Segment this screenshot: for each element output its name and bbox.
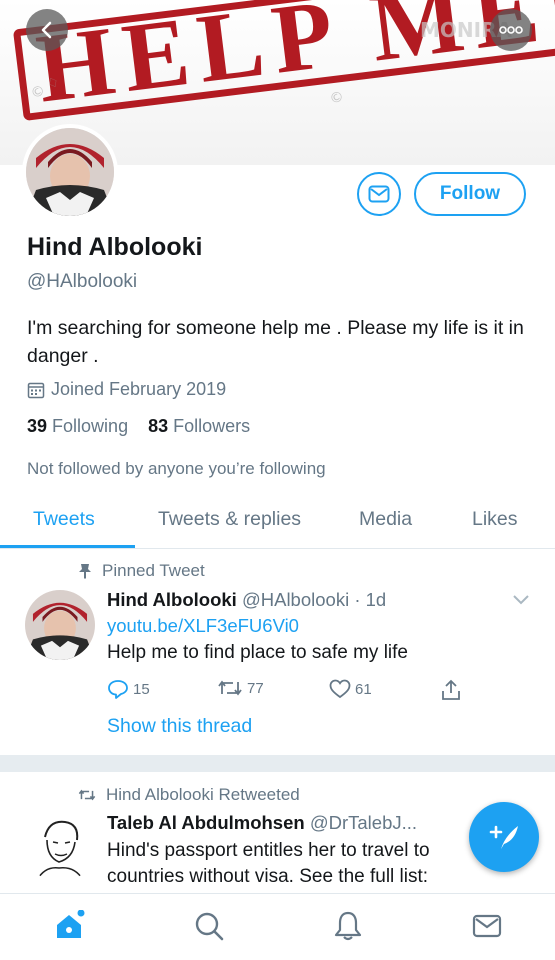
pinned-label: Pinned Tweet	[78, 561, 205, 581]
retweeted-text: Hind Albolooki Retweeted	[106, 785, 300, 804]
share-icon	[442, 679, 460, 700]
bottom-navigation	[0, 893, 555, 960]
reply-count: 15	[133, 680, 150, 698]
reply-button[interactable]: 15	[107, 679, 150, 699]
profile-tabs: Tweets Tweets & replies Media Likes	[0, 500, 555, 549]
tweet-avatar[interactable]	[25, 590, 95, 660]
mail-icon	[368, 185, 390, 203]
notifications-icon	[334, 911, 362, 941]
pinned-text: Pinned Tweet	[102, 561, 205, 580]
follow-counts: 39 Following 83 Followers	[27, 416, 250, 437]
nav-notifications[interactable]	[332, 910, 364, 942]
message-button[interactable]	[357, 172, 401, 216]
share-button[interactable]	[441, 679, 461, 701]
tweet-handle-time: @HAlbolooki · 1d	[241, 589, 387, 610]
retweet-text-line2: countries without visa. See the full lis…	[107, 866, 429, 887]
compose-button[interactable]	[469, 802, 539, 872]
nav-home[interactable]	[53, 909, 85, 942]
retweet-author[interactable]: Taleb Al Abdulmohsen	[107, 812, 305, 833]
tab-tweets[interactable]: Tweets	[33, 508, 95, 531]
tab-tweets-replies[interactable]: Tweets & replies	[158, 508, 301, 531]
more-icon	[499, 26, 523, 34]
active-tab-indicator	[0, 545, 135, 548]
back-button[interactable]	[26, 9, 68, 51]
tweet-author[interactable]: Hind Albolooki	[107, 589, 237, 610]
show-thread-link[interactable]: Show this thread	[107, 715, 252, 738]
calendar-icon	[27, 382, 45, 398]
retweet-avatar[interactable]	[25, 812, 95, 882]
avatar-sketch	[36, 820, 84, 881]
tweet-text: Help me to find place to safe my life	[107, 642, 408, 663]
avatar-photo	[25, 590, 95, 660]
retweet-header: Taleb Al Abdulmohsen @DrTalebJ...	[107, 812, 417, 834]
following-count: 39	[27, 416, 48, 436]
retweet-count: 77	[247, 679, 264, 697]
tab-likes[interactable]: Likes	[472, 508, 518, 531]
tweet-link[interactable]: youtu.be/XLF3eFU6Vi0	[107, 615, 299, 637]
home-icon	[57, 909, 85, 938]
following-label: Following	[52, 416, 129, 436]
pin-icon	[79, 564, 91, 579]
compose-icon	[489, 825, 518, 849]
following-link[interactable]: 39 Following	[27, 416, 128, 436]
back-arrow-icon	[41, 21, 52, 39]
like-button[interactable]: 61	[329, 679, 372, 699]
search-icon	[195, 912, 224, 941]
follow-button[interactable]: Follow	[414, 172, 526, 216]
retweet-button[interactable]: 77	[217, 679, 264, 697]
avatar-photo	[26, 128, 114, 216]
profile-handle: @HAlbolooki	[27, 271, 138, 292]
followers-link[interactable]: 83 Followers	[148, 416, 250, 436]
tweet-actions: 15 77 61	[107, 679, 467, 703]
tweet-header: Hind Albolooki @HAlbolooki · 1d	[107, 589, 386, 611]
profile-avatar[interactable]	[22, 124, 118, 220]
profile-name: Hind Albolooki	[27, 233, 203, 261]
retweet-icon	[78, 789, 96, 801]
nav-search[interactable]	[193, 910, 225, 942]
retweet-text-line1: Hind's passport entitles her to travel t…	[107, 840, 430, 861]
like-icon	[329, 679, 351, 699]
retweeted-label: Hind Albolooki Retweeted	[78, 785, 300, 805]
joined-date: Joined February 2019	[27, 379, 226, 400]
followers-label: Followers	[173, 416, 251, 436]
not-followed-note: Not followed by anyone you’re following	[27, 459, 326, 478]
nav-messages[interactable]	[471, 910, 503, 942]
joined-text: Joined February 2019	[51, 379, 227, 399]
retweet-handle: @DrTalebJ...	[309, 812, 418, 833]
more-button[interactable]	[490, 9, 532, 51]
reply-icon	[108, 680, 128, 699]
profile-bio: I'm searching for someone help me . Plea…	[27, 317, 524, 367]
retweet-icon	[218, 680, 242, 696]
tweet-separator	[0, 755, 555, 772]
followers-count: 83	[148, 416, 169, 436]
chevron-down-icon[interactable]	[512, 594, 530, 606]
tab-media[interactable]: Media	[359, 508, 412, 531]
messages-icon	[472, 914, 502, 938]
like-count: 61	[355, 680, 372, 698]
